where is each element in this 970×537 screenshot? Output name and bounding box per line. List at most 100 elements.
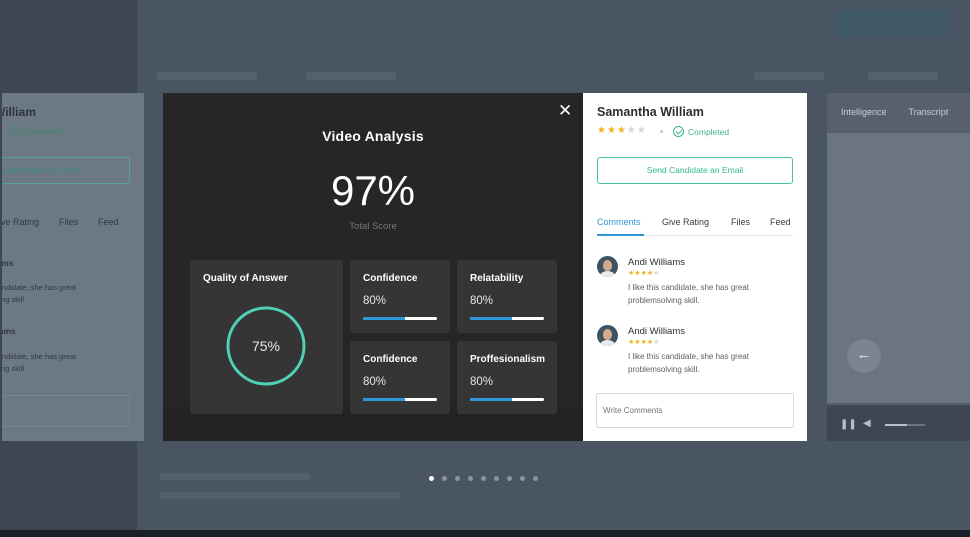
background-header-button xyxy=(836,10,948,37)
arrow-left-icon: ← xyxy=(847,339,881,373)
metric-progress-bar xyxy=(470,398,544,401)
candidate-status-label: Completed xyxy=(688,126,730,137)
comment-text: I like this candidate, she has great pro… xyxy=(628,283,749,305)
metric-value: 80% xyxy=(470,295,494,307)
metric-value: 80% xyxy=(363,376,387,388)
star-icon: ★ xyxy=(653,270,660,277)
metric-tile-professionalism: Proffesionalism 80% xyxy=(457,341,557,414)
check-circle-icon xyxy=(10,126,20,136)
previous-comment-author: iams xyxy=(2,258,14,268)
metric-value: 80% xyxy=(363,295,387,307)
previous-candidate-status-label: Completed xyxy=(24,126,63,136)
previous-tab-files: Files xyxy=(59,217,79,227)
star-icon[interactable]: ★ xyxy=(637,126,646,136)
active-tab-indicator xyxy=(597,234,644,236)
candidate-tabs: Comments Give Rating Files Feed xyxy=(597,217,793,237)
metric-progress-fill xyxy=(470,398,513,401)
candidate-name: Samantha William xyxy=(597,105,704,119)
tab-files[interactable]: Files xyxy=(731,217,750,227)
background-toolbar-item xyxy=(754,72,824,80)
metric-tile-confidence: Confidence 80% xyxy=(350,260,450,333)
metric-title: Confidence xyxy=(363,354,418,365)
check-circle-icon xyxy=(673,126,684,137)
previous-comment-text: candidate, she has great xyxy=(2,283,77,292)
metric-progress-fill xyxy=(363,317,406,320)
previous-candidate-card[interactable]: William Completed Candidate an Email ive… xyxy=(2,93,144,441)
separator-dot xyxy=(660,130,663,133)
star-icon: ★ xyxy=(653,339,660,346)
metric-title: Proffesionalism xyxy=(470,354,546,365)
next-tab-intelligence: Intelligence xyxy=(841,107,887,117)
background-toolbar-item xyxy=(868,72,938,80)
pagination-dot[interactable] xyxy=(455,476,460,481)
star-icon[interactable]: ★ xyxy=(597,126,606,136)
metric-progress-fill xyxy=(363,398,406,401)
background-footer-line xyxy=(160,473,310,480)
candidate-panel: Samantha William ★ ★ ★ ★ ★ Completed Send Ca… xyxy=(583,93,807,441)
tab-comments[interactable]: Comments xyxy=(597,217,641,227)
previous-comment-text: lving skill. xyxy=(2,295,27,304)
next-tab-transcript: Transcript xyxy=(908,107,949,117)
pagination-dot[interactable] xyxy=(481,476,486,481)
quality-of-answer-value: 75% xyxy=(251,338,281,354)
previous-candidate-status: Completed xyxy=(10,126,63,136)
comment-item: Andi Williams ★ ★ ★ ★ ★ I like this candidat… xyxy=(597,325,793,385)
previous-comment-text: lving skill. xyxy=(2,364,27,373)
avatar xyxy=(597,256,618,277)
background-bottom-strip xyxy=(0,530,970,537)
metric-progress-bar xyxy=(470,317,544,320)
volume-icon: ◀ xyxy=(863,418,871,429)
volume-fill xyxy=(885,424,907,426)
comment-author: Andi Williams xyxy=(628,257,686,268)
close-icon[interactable]: ✕ xyxy=(558,102,572,119)
quality-of-answer-tile: Quality of Answer 75% xyxy=(190,260,343,414)
volume-track xyxy=(885,424,925,426)
background-toolbar-item xyxy=(157,72,257,80)
avatar-body xyxy=(600,340,615,346)
avatar xyxy=(597,325,618,346)
video-analysis-title: Video Analysis xyxy=(322,128,424,144)
previous-candidate-tabs: ive Rating Files Feed xyxy=(2,217,144,227)
pagination-dot[interactable] xyxy=(442,476,447,481)
write-comment-input[interactable] xyxy=(596,393,794,428)
previous-comment-author: liams xyxy=(2,326,16,336)
comment-rating: ★ ★ ★ ★ ★ xyxy=(628,270,659,277)
quality-of-answer-title: Quality of Answer xyxy=(203,273,288,284)
pagination-dot[interactable] xyxy=(533,476,538,481)
metric-title: Confidence xyxy=(363,273,418,284)
candidate-rating[interactable]: ★ ★ ★ ★ ★ xyxy=(597,126,646,136)
carousel-pagination xyxy=(429,476,538,481)
total-score-label: Total Score xyxy=(349,221,397,232)
pagination-dot[interactable] xyxy=(468,476,473,481)
comment-author: Andi Williams xyxy=(628,326,686,337)
avatar-face xyxy=(603,329,612,340)
send-email-button[interactable]: Send Candidate an Email xyxy=(597,157,793,184)
metric-tile-confidence: Confidence 80% xyxy=(350,341,450,414)
tab-feed[interactable]: Feed xyxy=(770,217,791,227)
background-footer-line xyxy=(160,492,400,499)
metric-value: 80% xyxy=(470,376,494,388)
metric-progress-bar xyxy=(363,317,437,320)
star-icon[interactable]: ★ xyxy=(627,126,636,136)
metric-progress-bar xyxy=(363,398,437,401)
previous-candidate-email-button: Candidate an Email xyxy=(2,157,130,184)
video-analysis-panel: ✕ Video Analysis 97% Total Score Quality… xyxy=(163,93,583,441)
pagination-dot[interactable] xyxy=(520,476,525,481)
metric-title: Relatability xyxy=(470,273,524,284)
comment-item: Andi Williams ★ ★ ★ ★ ★ I like this candidat… xyxy=(597,256,793,316)
total-score-value: 97% xyxy=(330,167,416,214)
avatar-face xyxy=(603,260,612,271)
metric-tile-relatability: Relatability 80% xyxy=(457,260,557,333)
previous-tab-feed: Feed xyxy=(98,217,119,227)
previous-candidate-name: William xyxy=(2,105,36,119)
avatar-body xyxy=(600,271,615,277)
pagination-dot[interactable] xyxy=(507,476,512,481)
tab-give-rating[interactable]: Give Rating xyxy=(662,217,709,227)
previous-comment-text: candidate, she has great xyxy=(2,352,77,361)
star-icon[interactable]: ★ xyxy=(607,126,616,136)
pause-icon: ❚❚ xyxy=(840,419,857,430)
pagination-dot[interactable] xyxy=(494,476,499,481)
next-candidate-card[interactable]: Intelligence Transcript ← ❚❚ ◀ xyxy=(827,93,970,441)
pagination-dot[interactable] xyxy=(429,476,434,481)
star-icon[interactable]: ★ xyxy=(617,126,626,136)
